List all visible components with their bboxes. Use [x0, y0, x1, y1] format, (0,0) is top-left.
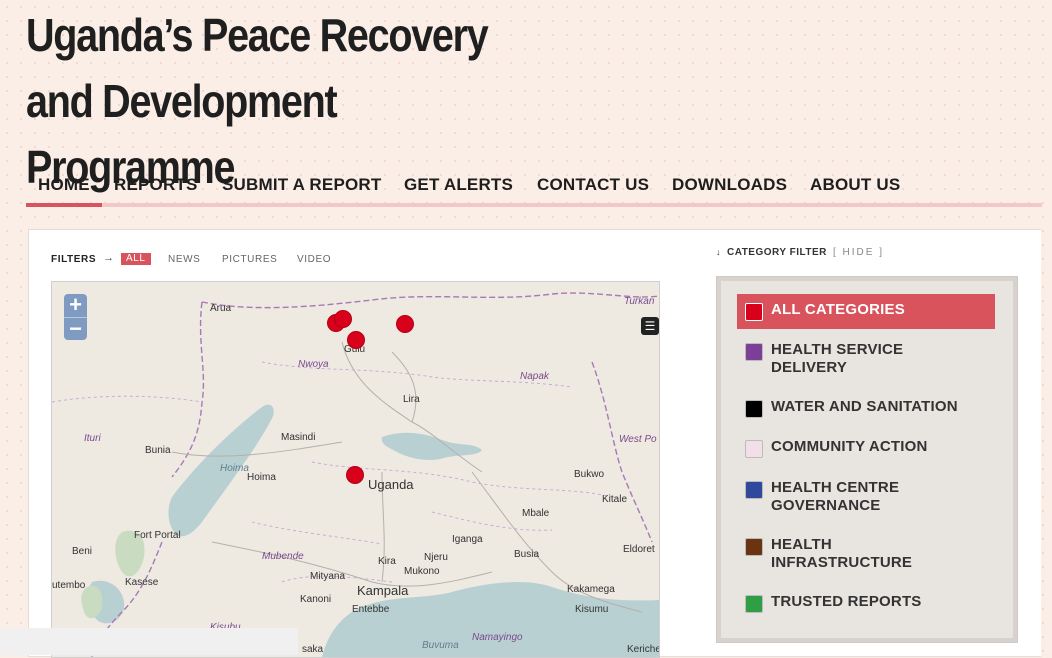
place-kisumu: Kisumu	[575, 604, 609, 615]
place-uganda: Uganda	[368, 477, 414, 492]
place-mukono: Mukono	[404, 566, 440, 577]
category-swatch	[745, 303, 763, 321]
category-swatch	[745, 481, 763, 499]
arrow-right-icon: →	[103, 252, 115, 264]
content-panel: FILTERS → ALL NEWS PICTURES VIDEO + − ☰ …	[28, 229, 1041, 658]
nav-get-alerts[interactable]: GET ALERTS	[404, 175, 513, 195]
border-west	[171, 301, 205, 478]
place-lutembo: utembo	[52, 580, 86, 591]
report-marker[interactable]	[347, 331, 365, 349]
place-eldoret: Eldoret	[623, 544, 655, 555]
place-napak: Napak	[520, 371, 549, 382]
place-kampala: Kampala	[357, 583, 409, 598]
place-entebbe: Entebbe	[352, 604, 390, 615]
place-kitale: Kitale	[602, 494, 628, 505]
place-mityana: Mityana	[310, 571, 346, 582]
category-filter-label: CATEGORY FILTER	[727, 247, 827, 258]
nav-reports[interactable]: REPORTS	[114, 175, 198, 195]
filter-news[interactable]: NEWS	[168, 254, 200, 265]
nav-downloads[interactable]: DOWNLOADS	[672, 175, 787, 195]
place-namayingo: Namayingo	[472, 632, 523, 643]
place-bukwo: Bukwo	[574, 469, 605, 480]
filter-all[interactable]: ALL	[121, 253, 151, 265]
place-kasese: Kasese	[125, 577, 159, 588]
place-turkana: Turkan	[624, 296, 655, 307]
arrow-down-icon: ↓	[716, 247, 721, 257]
zoom-in-button[interactable]: +	[64, 294, 87, 317]
category-label: WATER AND SANITATION	[771, 398, 958, 415]
hide-toggle[interactable]: [ HIDE ]	[833, 247, 884, 258]
place-hoima: Hoima	[247, 472, 276, 483]
nav-about-us[interactable]: ABOUT US	[810, 175, 900, 195]
place-west-pokot: West Po	[619, 434, 657, 445]
place-lira: Lira	[403, 394, 420, 405]
nav-underline	[26, 203, 1042, 207]
filters-label: FILTERS	[51, 254, 97, 265]
place-mubende: Mubende	[262, 551, 304, 562]
lake-kyoga	[381, 432, 482, 460]
category-swatch	[745, 343, 763, 361]
place-fort-portal: Fort Portal	[134, 530, 181, 541]
border-east	[591, 361, 653, 543]
place-mbale: Mbale	[522, 508, 550, 519]
place-kira: Kira	[378, 556, 396, 567]
place-bunia: Bunia	[145, 445, 171, 456]
category-label: TRUSTED REPORTS	[771, 593, 922, 610]
category-swatch	[745, 400, 763, 418]
zoom-control: + −	[64, 294, 87, 340]
reports-map[interactable]: + − ☰ Arua Turkan Gulu Nwoya Napak Lira …	[51, 281, 660, 658]
place-busia: Busia	[514, 549, 540, 560]
category-label: HEALTH INFRASTRUCTURE	[771, 536, 913, 571]
category-label: HEALTH CENTRE GOVERNANCE	[771, 479, 900, 514]
category-all[interactable]: ALL CATEGORIES	[737, 294, 995, 329]
category-label: HEALTH SERVICE DELIVERY	[771, 341, 904, 376]
category-swatch	[745, 440, 763, 458]
report-marker[interactable]	[334, 310, 352, 328]
layers-icon[interactable]: ☰	[641, 317, 659, 335]
place-masindi: Masindi	[281, 432, 316, 443]
nav-home[interactable]: HOME	[38, 175, 90, 195]
nav-active-indicator	[26, 203, 102, 207]
place-hoima-region: Hoima	[220, 463, 249, 474]
place-buvuma: Buvuma	[422, 640, 459, 651]
place-nwoya: Nwoya	[298, 359, 329, 370]
main-nav: HOME REPORTS SUBMIT A REPORT GET ALERTS …	[26, 168, 1042, 208]
category-label: COMMUNITY ACTION	[771, 438, 928, 455]
place-beni: Beni	[72, 546, 93, 557]
place-masaka: saka	[302, 644, 324, 655]
place-iganga: Iganga	[452, 534, 483, 545]
filter-video[interactable]: VIDEO	[297, 254, 331, 265]
report-marker[interactable]	[346, 466, 364, 484]
filter-pictures[interactable]: PICTURES	[222, 254, 277, 265]
place-kakamega: Kakamega	[567, 584, 615, 595]
category-label: ALL CATEGORIES	[771, 301, 905, 318]
place-kericho: Keriche	[627, 644, 660, 655]
nav-submit-report[interactable]: SUBMIT A REPORT	[222, 175, 381, 195]
category-swatch	[745, 595, 763, 613]
place-ituri: Ituri	[84, 433, 101, 444]
status-strip	[0, 628, 298, 655]
place-kanoni: Kanoni	[300, 594, 332, 605]
category-list: ALL CATEGORIES HEALTH SERVICE DELIVERY W…	[716, 276, 1018, 643]
border-north	[201, 292, 659, 309]
place-njeru: Njeru	[424, 552, 448, 563]
place-arua: Arua	[210, 303, 232, 314]
zoom-out-button[interactable]: −	[64, 318, 87, 341]
nav-contact-us[interactable]: CONTACT US	[537, 175, 649, 195]
category-swatch	[745, 538, 763, 556]
report-marker[interactable]	[396, 315, 414, 333]
